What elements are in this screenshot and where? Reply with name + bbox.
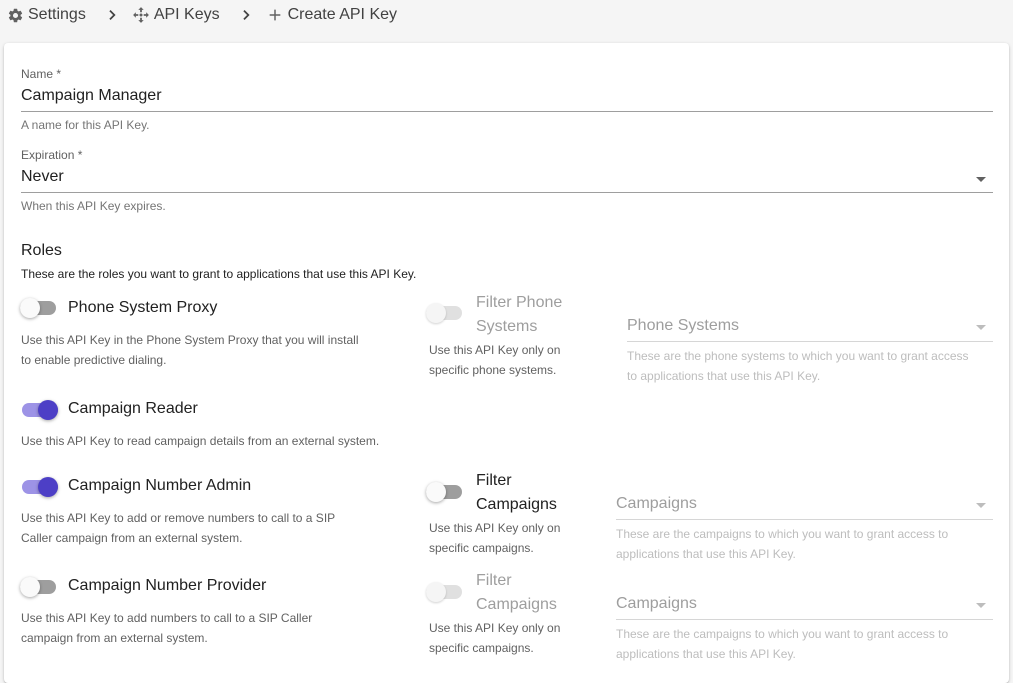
toggle-thumb bbox=[426, 303, 446, 323]
expiration-label: Expiration * bbox=[21, 148, 83, 162]
filter-label-line: Systems bbox=[476, 318, 538, 335]
help-line: Use this API Key only on bbox=[429, 521, 561, 535]
breadcrumb-api-keys-label: API Keys bbox=[153, 6, 220, 23]
dropdown-caret-icon[interactable] bbox=[976, 603, 986, 608]
phone-systems-underline bbox=[627, 341, 993, 342]
toggle-thumb bbox=[426, 482, 446, 502]
campaign-number-provider-help: Use this API Key to add numbers to call … bbox=[21, 608, 312, 648]
help-line: applications that use this API Key. bbox=[616, 547, 796, 561]
campaigns-provider-placeholder: Campaigns bbox=[616, 595, 697, 612]
campaign-reader-help: Use this API Key to read campaign detail… bbox=[21, 431, 379, 451]
breadcrumb-settings[interactable]: Settings bbox=[6, 6, 86, 24]
dropdown-caret-icon[interactable] bbox=[976, 503, 986, 508]
help-line: Caller campaign from an external system. bbox=[21, 531, 243, 545]
breadcrumb-create: Create API Key bbox=[266, 6, 397, 24]
breadcrumb-api-keys[interactable]: API Keys bbox=[132, 6, 220, 24]
filter-label-line: Filter bbox=[476, 472, 512, 489]
campaigns-helper: These are the campaigns to which you wan… bbox=[616, 524, 948, 564]
filter-campaigns-help: Use this API Key only on specific campai… bbox=[429, 518, 560, 558]
name-input-value[interactable]: Campaign Manager bbox=[21, 87, 162, 105]
phone-system-proxy-toggle[interactable] bbox=[20, 298, 56, 318]
name-helper: A name for this API Key. bbox=[21, 118, 150, 132]
roles-title: Roles bbox=[21, 242, 62, 259]
filter-campaigns-toggle[interactable] bbox=[426, 482, 462, 502]
help-line: campaign from an external system. bbox=[21, 631, 208, 645]
help-line: Use this API Key only on bbox=[429, 343, 561, 357]
filter-phone-systems-toggle[interactable] bbox=[426, 303, 462, 323]
toggle-thumb bbox=[20, 577, 40, 597]
campaigns-underline bbox=[616, 519, 993, 520]
breadcrumb: Settings API Keys Create API Key bbox=[6, 4, 397, 26]
toggle-thumb bbox=[426, 582, 446, 602]
help-line: specific campaigns. bbox=[429, 541, 534, 555]
expiration-underline bbox=[21, 192, 993, 193]
campaigns-provider-helper: These are the campaigns to which you wan… bbox=[616, 624, 948, 664]
help-line: These are the campaigns to which you wan… bbox=[616, 527, 949, 541]
breadcrumb-settings-label: Settings bbox=[28, 6, 86, 23]
help-line: Use this API Key to add numbers to call … bbox=[21, 611, 313, 625]
move-arrows-icon bbox=[132, 6, 150, 24]
name-underline bbox=[21, 111, 993, 112]
gear-icon bbox=[6, 6, 24, 24]
campaign-number-provider-toggle[interactable] bbox=[20, 577, 56, 597]
toggle-thumb bbox=[20, 298, 40, 318]
help-line: to applications that use this API Key. bbox=[627, 369, 821, 383]
phone-systems-placeholder: Phone Systems bbox=[627, 317, 740, 334]
filter-phone-systems-label: Filter Phone Systems bbox=[476, 291, 562, 339]
filter-campaigns-label: Filter Campaigns bbox=[476, 469, 557, 517]
campaign-number-admin-toggle[interactable] bbox=[22, 477, 58, 497]
campaigns-placeholder: Campaigns bbox=[616, 495, 697, 512]
help-line: These are the phone systems to which you… bbox=[627, 349, 969, 363]
help-line: Use this API Key in the Phone System Pro… bbox=[21, 333, 359, 347]
expiration-value[interactable]: Never bbox=[21, 168, 64, 186]
help-line: These are the campaigns to which you wan… bbox=[616, 627, 949, 641]
filter-label-line: Filter Phone bbox=[476, 294, 563, 311]
toggle-thumb bbox=[38, 400, 58, 420]
campaign-number-admin-label: Campaign Number Admin bbox=[68, 477, 252, 494]
filter-phone-systems-help: Use this API Key only on specific phone … bbox=[429, 340, 560, 380]
chevron-right-icon bbox=[100, 4, 124, 26]
filter-label-line: Filter bbox=[476, 572, 512, 589]
help-line: specific phone systems. bbox=[429, 363, 557, 377]
toggle-thumb bbox=[38, 477, 58, 497]
breadcrumb-create-label: Create API Key bbox=[287, 6, 398, 23]
filter-campaigns-provider-help: Use this API Key only on specific campai… bbox=[429, 618, 560, 658]
campaign-number-provider-label: Campaign Number Provider bbox=[68, 577, 267, 594]
phone-system-proxy-help: Use this API Key in the Phone System Pro… bbox=[21, 330, 359, 370]
filter-label-line: Campaigns bbox=[476, 496, 557, 513]
help-line: specific campaigns. bbox=[429, 641, 534, 655]
filter-label-line: Campaigns bbox=[476, 596, 557, 613]
filter-campaigns-provider-toggle[interactable] bbox=[426, 582, 462, 602]
campaign-reader-toggle[interactable] bbox=[22, 400, 58, 420]
phone-systems-helper: These are the phone systems to which you… bbox=[627, 346, 969, 386]
help-line: applications that use this API Key. bbox=[616, 647, 796, 661]
help-line: Use this API Key to read campaign detail… bbox=[21, 434, 380, 448]
dropdown-caret-icon[interactable] bbox=[976, 325, 986, 330]
help-line: Use this API Key only on bbox=[429, 621, 561, 635]
filter-campaigns-provider-label: Filter Campaigns bbox=[476, 569, 557, 617]
roles-description: These are the roles you want to grant to… bbox=[21, 267, 417, 281]
phone-system-proxy-label: Phone System Proxy bbox=[68, 299, 218, 316]
campaign-number-admin-help: Use this API Key to add or remove number… bbox=[21, 508, 335, 548]
help-line: Use this API Key to add or remove number… bbox=[21, 511, 336, 525]
campaigns-provider-underline bbox=[616, 619, 993, 620]
plus-icon bbox=[266, 6, 284, 24]
dropdown-caret-icon[interactable] bbox=[976, 177, 986, 182]
expiration-helper: When this API Key expires. bbox=[21, 199, 166, 213]
chevron-right-icon bbox=[234, 4, 258, 26]
form-card: Name * Campaign Manager A name for this … bbox=[4, 43, 1009, 683]
campaign-reader-label: Campaign Reader bbox=[68, 400, 198, 417]
help-line: to enable predictive dialing. bbox=[21, 353, 167, 367]
name-label: Name * bbox=[21, 67, 62, 81]
